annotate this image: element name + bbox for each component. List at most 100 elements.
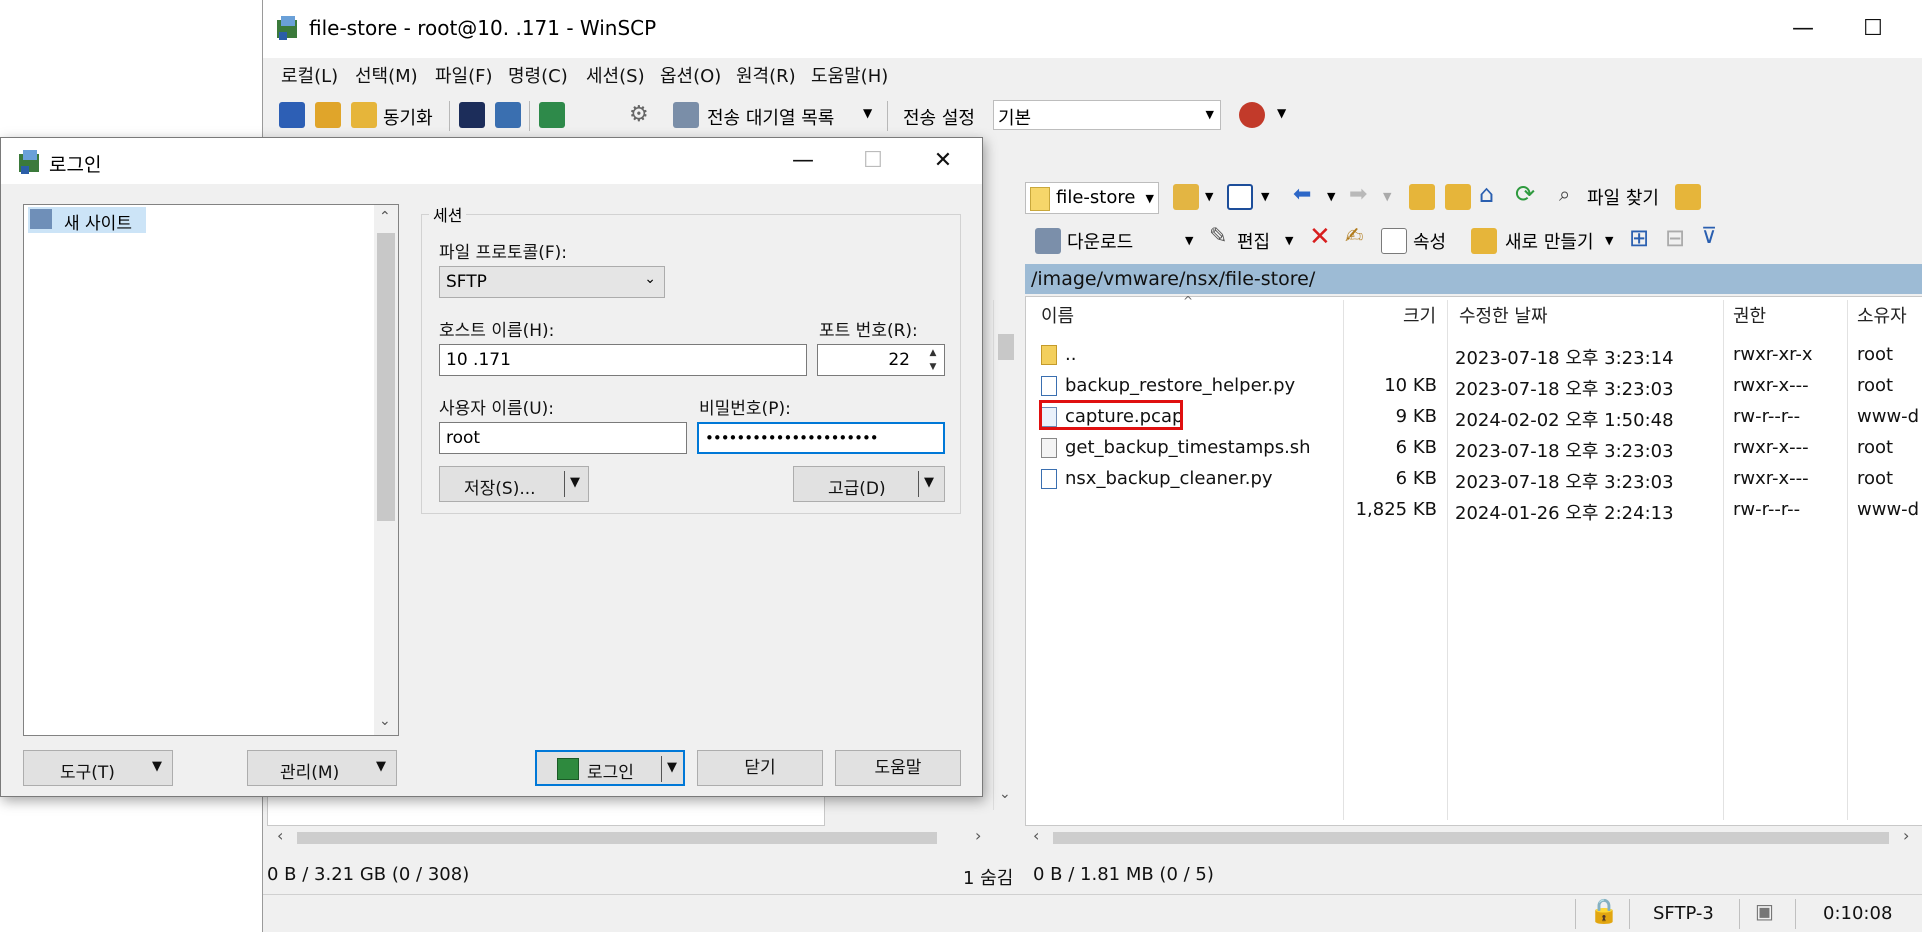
advanced-button[interactable]: 고급(D) ▼ xyxy=(793,466,945,502)
chevron-down-icon[interactable]: ▼ xyxy=(1327,190,1335,203)
edit-icon[interactable]: ✎ xyxy=(1209,224,1227,249)
compare-icon[interactable] xyxy=(279,102,305,128)
manage-button[interactable]: 관리(M) ▼ xyxy=(247,750,397,786)
remote-path-bar[interactable]: /image/vmware/nsx/file-store/ xyxy=(1025,264,1922,294)
find-files-label[interactable]: 파일 찾기 xyxy=(1587,184,1659,210)
column-header-name[interactable]: 이름 xyxy=(1041,302,1074,338)
maximize-button[interactable]: ☐ xyxy=(1843,6,1903,52)
table-row[interactable]: get_backup_timestamps.sh 6 KB 2023-07-18 오… xyxy=(1025,433,1922,464)
column-header-size[interactable]: 크기 xyxy=(1403,302,1436,338)
menu-help[interactable]: 도움말(H) xyxy=(811,62,888,88)
transfer-settings-select[interactable]: 기본 ▼ xyxy=(993,100,1221,130)
sync-browse-icon[interactable] xyxy=(315,102,341,128)
column-header-owner[interactable]: 소유자 xyxy=(1857,302,1907,338)
chevron-down-icon[interactable]: ▼ xyxy=(1383,190,1391,203)
menu-session[interactable]: 세션(S) xyxy=(586,62,645,88)
chevron-up-icon[interactable]: ⌃ xyxy=(379,209,391,225)
help-button[interactable]: 도움말 xyxy=(835,750,961,786)
synchronize-icon[interactable] xyxy=(351,102,377,128)
host-input[interactable]: 10 .171 xyxy=(439,344,807,376)
chevron-left-icon[interactable]: ‹ xyxy=(277,826,283,845)
download-label[interactable]: 다운로드 xyxy=(1067,228,1133,254)
terminal-icon[interactable] xyxy=(459,102,485,128)
local-vertical-scrollbar[interactable]: ⌄ xyxy=(993,300,1018,810)
menu-command[interactable]: 명령(C) xyxy=(508,62,568,88)
parent-directory-icon[interactable] xyxy=(1409,184,1435,210)
local-horizontal-scrollbar[interactable]: ‹ › xyxy=(267,826,999,850)
chevron-down-icon[interactable]: ▼ xyxy=(1185,234,1193,247)
login-minimize-button[interactable]: — xyxy=(773,138,833,184)
scrollbar-thumb[interactable] xyxy=(297,832,937,844)
menu-select[interactable]: 선택(M) xyxy=(355,62,418,88)
chevron-down-icon[interactable]: ▼ xyxy=(1285,234,1293,247)
filter-icon[interactable] xyxy=(1227,184,1253,210)
site-tree[interactable]: 새 사이트 ⌃ ⌄ xyxy=(23,204,399,736)
new-label[interactable]: 새로 만들기 xyxy=(1505,228,1594,254)
column-header-modified[interactable]: 수정한 날짜 xyxy=(1459,302,1548,338)
root-directory-icon[interactable] xyxy=(1445,184,1471,210)
reconnect-icon[interactable] xyxy=(1239,102,1265,128)
dropdown-arrow-icon[interactable]: ▼ xyxy=(570,475,580,490)
table-row[interactable]: .. 2023-07-18 오후 3:23:14 rwxr-xr-x root xyxy=(1025,340,1922,371)
refresh-icon[interactable] xyxy=(539,102,565,128)
tree-icon[interactable] xyxy=(1675,184,1701,210)
login-close-button[interactable]: ✕ xyxy=(913,138,973,184)
chevron-down-icon[interactable]: ⌄ xyxy=(999,786,1011,802)
minus-icon[interactable]: ⊟ xyxy=(1665,224,1685,252)
password-input[interactable]: •••••••••••••••••••••• xyxy=(697,422,945,454)
rename-icon[interactable]: ✍ xyxy=(1345,224,1363,249)
chevron-down-icon[interactable]: ▼ xyxy=(1605,234,1613,247)
chevron-down-icon[interactable]: ▼ xyxy=(863,106,872,120)
chevron-down-icon[interactable]: ▼ xyxy=(1277,106,1286,120)
scrollbar-thumb[interactable] xyxy=(998,334,1014,360)
scrollbar-thumb[interactable] xyxy=(377,233,395,521)
properties-label[interactable]: 속성 xyxy=(1413,228,1446,254)
dropdown-arrow-icon[interactable]: ▼ xyxy=(667,760,677,775)
table-row[interactable]: 1,825 KB 2024-01-26 오후 2:24:13 rw-r--r-- ww… xyxy=(1025,495,1922,526)
menu-remote[interactable]: 원격(R) xyxy=(736,62,796,88)
chevron-down-icon[interactable]: ▼ xyxy=(1261,190,1269,203)
username-input[interactable]: root xyxy=(439,422,687,454)
back-arrow-icon[interactable]: ⬅ xyxy=(1293,182,1311,207)
putty-icon[interactable] xyxy=(495,102,521,128)
close-button[interactable]: ✕ xyxy=(1913,6,1922,52)
tree-scrollbar[interactable]: ⌃ ⌄ xyxy=(374,205,398,735)
menu-options[interactable]: 옵션(O) xyxy=(660,62,721,88)
chevron-right-icon[interactable]: › xyxy=(1903,826,1909,845)
table-row[interactable]: backup_restore_helper.py 10 KB 2023-07-18 … xyxy=(1025,371,1922,402)
search-icon[interactable]: ⌕ xyxy=(1559,182,1570,206)
remote-horizontal-scrollbar[interactable]: ‹ › xyxy=(1025,826,1922,850)
new-folder-icon[interactable] xyxy=(1471,228,1497,254)
chevron-right-icon[interactable]: › xyxy=(975,826,981,845)
tree-item-new-site[interactable]: 새 사이트 xyxy=(28,207,146,234)
home-icon[interactable]: ⌂ xyxy=(1479,180,1494,208)
queue-icon[interactable] xyxy=(673,102,699,128)
forward-arrow-icon[interactable]: ➡ xyxy=(1349,182,1367,207)
gear-icon[interactable]: ⚙ xyxy=(629,102,649,127)
plus-icon[interactable]: ⊞ xyxy=(1629,224,1649,252)
save-button[interactable]: 저장(S)... ▼ xyxy=(439,466,589,502)
delete-icon[interactable]: ✕ xyxy=(1309,222,1331,252)
tools-button[interactable]: 도구(T) ▼ xyxy=(23,750,173,786)
minimize-button[interactable]: — xyxy=(1773,6,1833,52)
download-icon[interactable] xyxy=(1035,228,1061,254)
queue-list-label[interactable]: 전송 대기열 목록 xyxy=(707,104,834,130)
refresh-icon[interactable]: ⟳ xyxy=(1515,180,1535,208)
scrollbar-thumb[interactable] xyxy=(1053,832,1889,844)
menu-file[interactable]: 파일(F) xyxy=(435,62,493,88)
chevron-left-icon[interactable]: ‹ xyxy=(1033,826,1039,845)
table-row[interactable]: nsx_backup_cleaner.py 6 KB 2023-07-18 오후 3… xyxy=(1025,464,1922,495)
chevron-down-icon[interactable]: ▼ xyxy=(1205,190,1213,203)
edit-label[interactable]: 편집 xyxy=(1237,228,1270,254)
login-button[interactable]: 로그인 ▼ xyxy=(535,750,685,786)
properties-icon[interactable] xyxy=(1381,228,1407,254)
remote-folder-select[interactable]: file-store ▼ xyxy=(1025,182,1159,214)
port-spinner[interactable]: ▲ ▼ xyxy=(923,346,943,374)
column-header-rights[interactable]: 권한 xyxy=(1733,302,1766,338)
menu-local[interactable]: 로컬(L) xyxy=(281,62,338,88)
sync-button-label[interactable]: 동기화 xyxy=(383,104,433,130)
open-folder-icon[interactable] xyxy=(1173,184,1199,210)
protocol-select[interactable]: SFTP ⌄ xyxy=(439,266,665,298)
close-dialog-button[interactable]: 닫기 xyxy=(697,750,823,786)
dropdown-arrow-icon[interactable]: ▼ xyxy=(924,475,934,490)
